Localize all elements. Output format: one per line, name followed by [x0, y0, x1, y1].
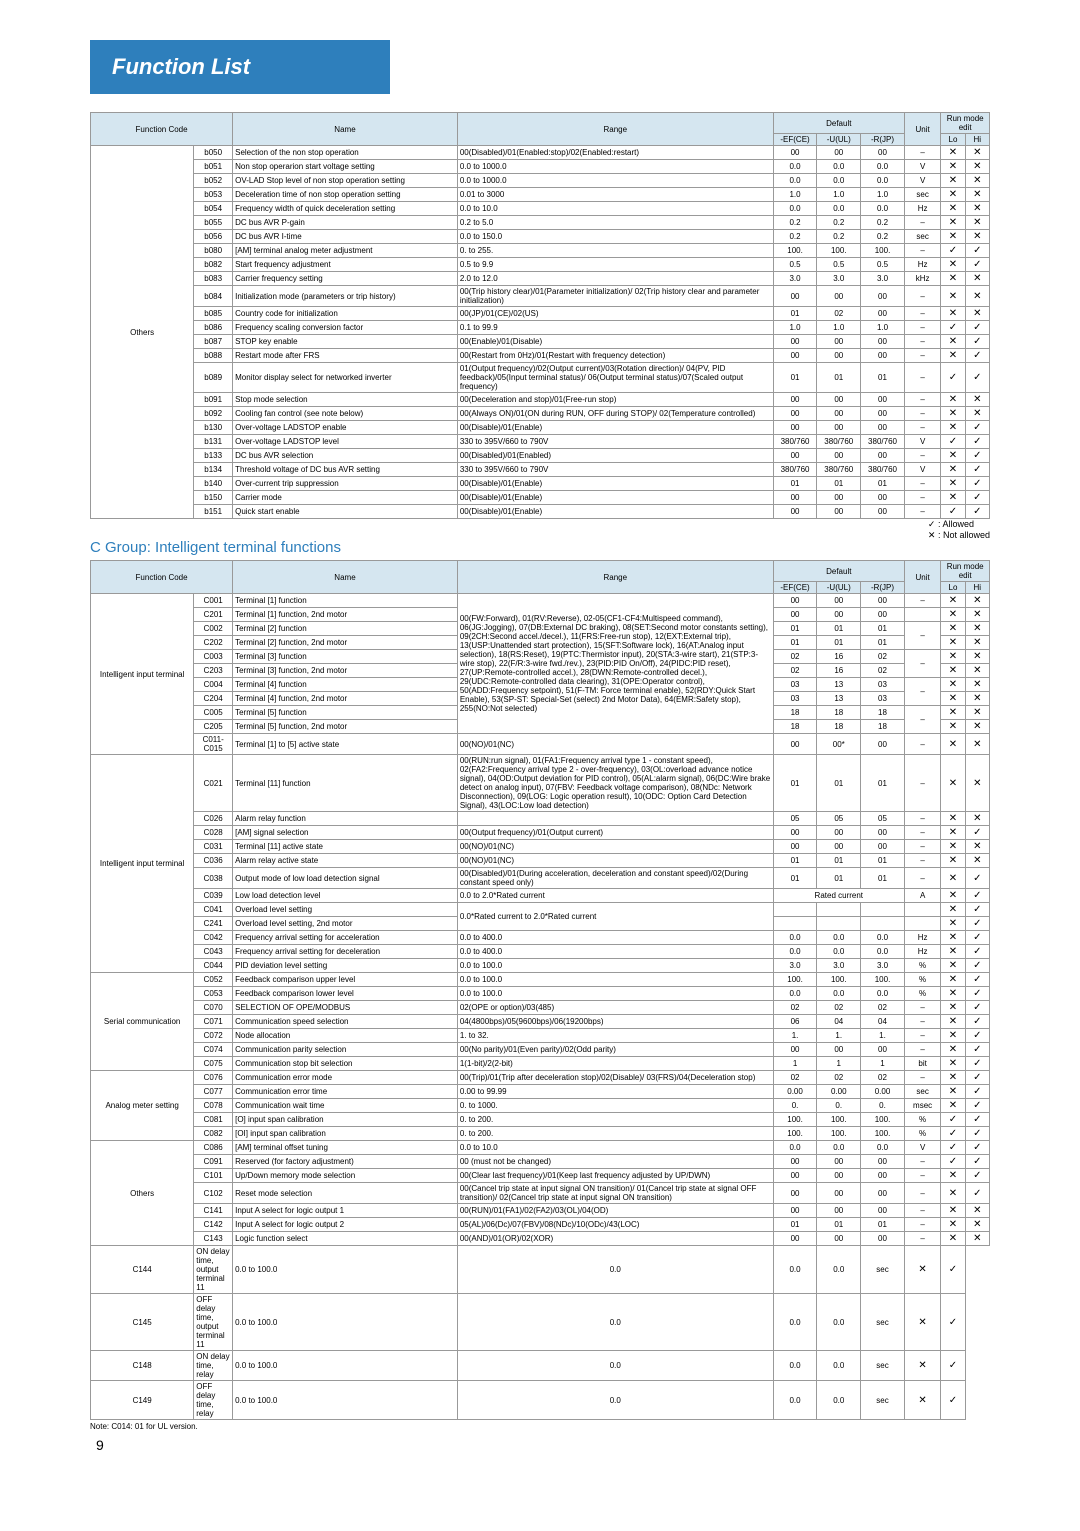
table-row: C145OFF delay time, output terminal 110.… [91, 1294, 990, 1351]
table-row: C042Frequency arrival setting for accele… [91, 931, 990, 945]
table-b: Function Code Name Range Default Unit Ru… [90, 112, 990, 519]
table-row: b087STOP key enable00(Enable)/01(Disable… [91, 335, 990, 349]
page-title: Function List [90, 40, 390, 94]
table-row: Intelligent input terminalC001Terminal [… [91, 594, 990, 608]
h-lo: Lo [941, 134, 965, 146]
table-row: b086Frequency scaling conversion factor0… [91, 321, 990, 335]
h-range: Range [457, 113, 773, 146]
table-row: b091Stop mode selection00(Deceleration a… [91, 393, 990, 407]
table-row: C144ON delay time, output terminal 110.0… [91, 1246, 990, 1294]
table-row: C075Communication stop bit selection1(1-… [91, 1057, 990, 1071]
table-row: b083Carrier frequency setting2.0 to 12.0… [91, 272, 990, 286]
table-row: C142Input A select for logic output 205(… [91, 1218, 990, 1232]
table-row: C041Overload level setting0.0*Rated curr… [91, 903, 990, 917]
table-row: C031Terminal [11] active state00(NO)/01(… [91, 840, 990, 854]
table-row: C070SELECTION OF OPE/MODBUS02(OPE or opt… [91, 1001, 990, 1015]
table-row: C141Input A select for logic output 100(… [91, 1204, 990, 1218]
table-row: C038Output mode of low load detection si… [91, 868, 990, 889]
h-funccode: Function Code [91, 113, 233, 146]
h-runmode: Run mode edit [941, 113, 990, 134]
table-row: b055DC bus AVR P-gain0.2 to 5.00.20.20.2… [91, 216, 990, 230]
table-row: Othersb050Selection of the non stop oper… [91, 146, 990, 160]
table-row: C149OFF delay time, relay0.0 to 100.00.0… [91, 1381, 990, 1420]
table-row: C078Communication wait time0. to 1000.0.… [91, 1099, 990, 1113]
table-row: C036Alarm relay active state00(NO)/01(NC… [91, 854, 990, 868]
table-row: C071Communication speed selection04(4800… [91, 1015, 990, 1029]
table-row: C011-C015Terminal [1] to [5] active stat… [91, 734, 990, 755]
table-row: b131Over-voltage LADSTOP level330 to 395… [91, 435, 990, 449]
footnote: Note: C014: 01 for UL version. [90, 1422, 990, 1431]
table-row: b088Restart mode after FRS00(Restart fro… [91, 349, 990, 363]
table-row: b150Carrier mode00(Disable)/01(Enable)00… [91, 491, 990, 505]
table-row: b054Frequency width of quick deceleratio… [91, 202, 990, 216]
page-number: 9 [96, 1437, 990, 1453]
table-row: b084Initialization mode (parameters or t… [91, 286, 990, 307]
table-row: C026Alarm relay function050505–✕✕ [91, 812, 990, 826]
table-row: Intelligent input terminalC021Terminal [… [91, 755, 990, 812]
h-d1: -EF(CE) [773, 134, 817, 146]
h-d2: -U(UL) [817, 134, 861, 146]
h-unit: Unit [904, 113, 940, 146]
h-d3: -R(JP) [861, 134, 905, 146]
group-c-title: C Group: Intelligent terminal functions [90, 539, 341, 556]
table-row: C074Communication parity selection00(No … [91, 1043, 990, 1057]
table-row: C077Communication error time0.00 to 99.9… [91, 1085, 990, 1099]
table-row: b133DC bus AVR selection00(Disabled)/01(… [91, 449, 990, 463]
table-row: b085Country code for initialization00(JP… [91, 307, 990, 321]
table-row: b053Deceleration time of non stop operat… [91, 188, 990, 202]
table-row: C101Up/Down memory mode selection00(Clea… [91, 1169, 990, 1183]
table-row: C143Logic function select00(AND)/01(OR)/… [91, 1232, 990, 1246]
table-row: b151Quick start enable00(Disable)/01(Ena… [91, 505, 990, 519]
table-row: b089Monitor display select for networked… [91, 363, 990, 393]
table-row: C072Node allocation1. to 32.1.1.1.–✕✓ [91, 1029, 990, 1043]
table-row: C053Feedback comparison lower level0.0 t… [91, 987, 990, 1001]
table-row: C148ON delay time, relay0.0 to 100.00.00… [91, 1351, 990, 1381]
table-row: b080[AM] terminal analog meter adjustmen… [91, 244, 990, 258]
table-row: C102Reset mode selection00(Cancel trip s… [91, 1183, 990, 1204]
table-row: b052OV-LAD Stop level of non stop operat… [91, 174, 990, 188]
table-row: b140Over-current trip suppression00(Disa… [91, 477, 990, 491]
table-row: C044PID deviation level setting0.0 to 10… [91, 959, 990, 973]
table-row: Analog meter settingC076Communication er… [91, 1071, 990, 1085]
h-default: Default [773, 113, 904, 134]
table-row: C028[AM] signal selection00(Output frequ… [91, 826, 990, 840]
table-row: b051Non stop operarion start voltage set… [91, 160, 990, 174]
table-row: b056DC bus AVR I-time0.0 to 150.00.20.20… [91, 230, 990, 244]
table-row: C043Frequency arrival setting for decele… [91, 945, 990, 959]
table-row: Serial communicationC052Feedback compari… [91, 973, 990, 987]
table-row: b134Threshold voltage of DC bus AVR sett… [91, 463, 990, 477]
table-row: b092Cooling fan control (see note below)… [91, 407, 990, 421]
h-hi: Hi [965, 134, 989, 146]
table-row: C039Low load detection level0.0 to 2.0*R… [91, 889, 990, 903]
table-row: C082[OI] input span calibration0. to 200… [91, 1127, 990, 1141]
table-row: b082Start frequency adjustment0.5 to 9.9… [91, 258, 990, 272]
legend: ✓ : Allowed ✕ : Not allowed [928, 519, 990, 541]
table-row: OthersC086[AM] terminal offset tuning0.0… [91, 1141, 990, 1155]
table-row: b130Over-voltage LADSTOP enable00(Disabl… [91, 421, 990, 435]
table-row: C081[O] input span calibration0. to 200.… [91, 1113, 990, 1127]
h-name: Name [233, 113, 458, 146]
table-c: Function Code Name Range Default Unit Ru… [90, 560, 990, 1420]
table-row: C091Reserved (for factory adjustment)00 … [91, 1155, 990, 1169]
